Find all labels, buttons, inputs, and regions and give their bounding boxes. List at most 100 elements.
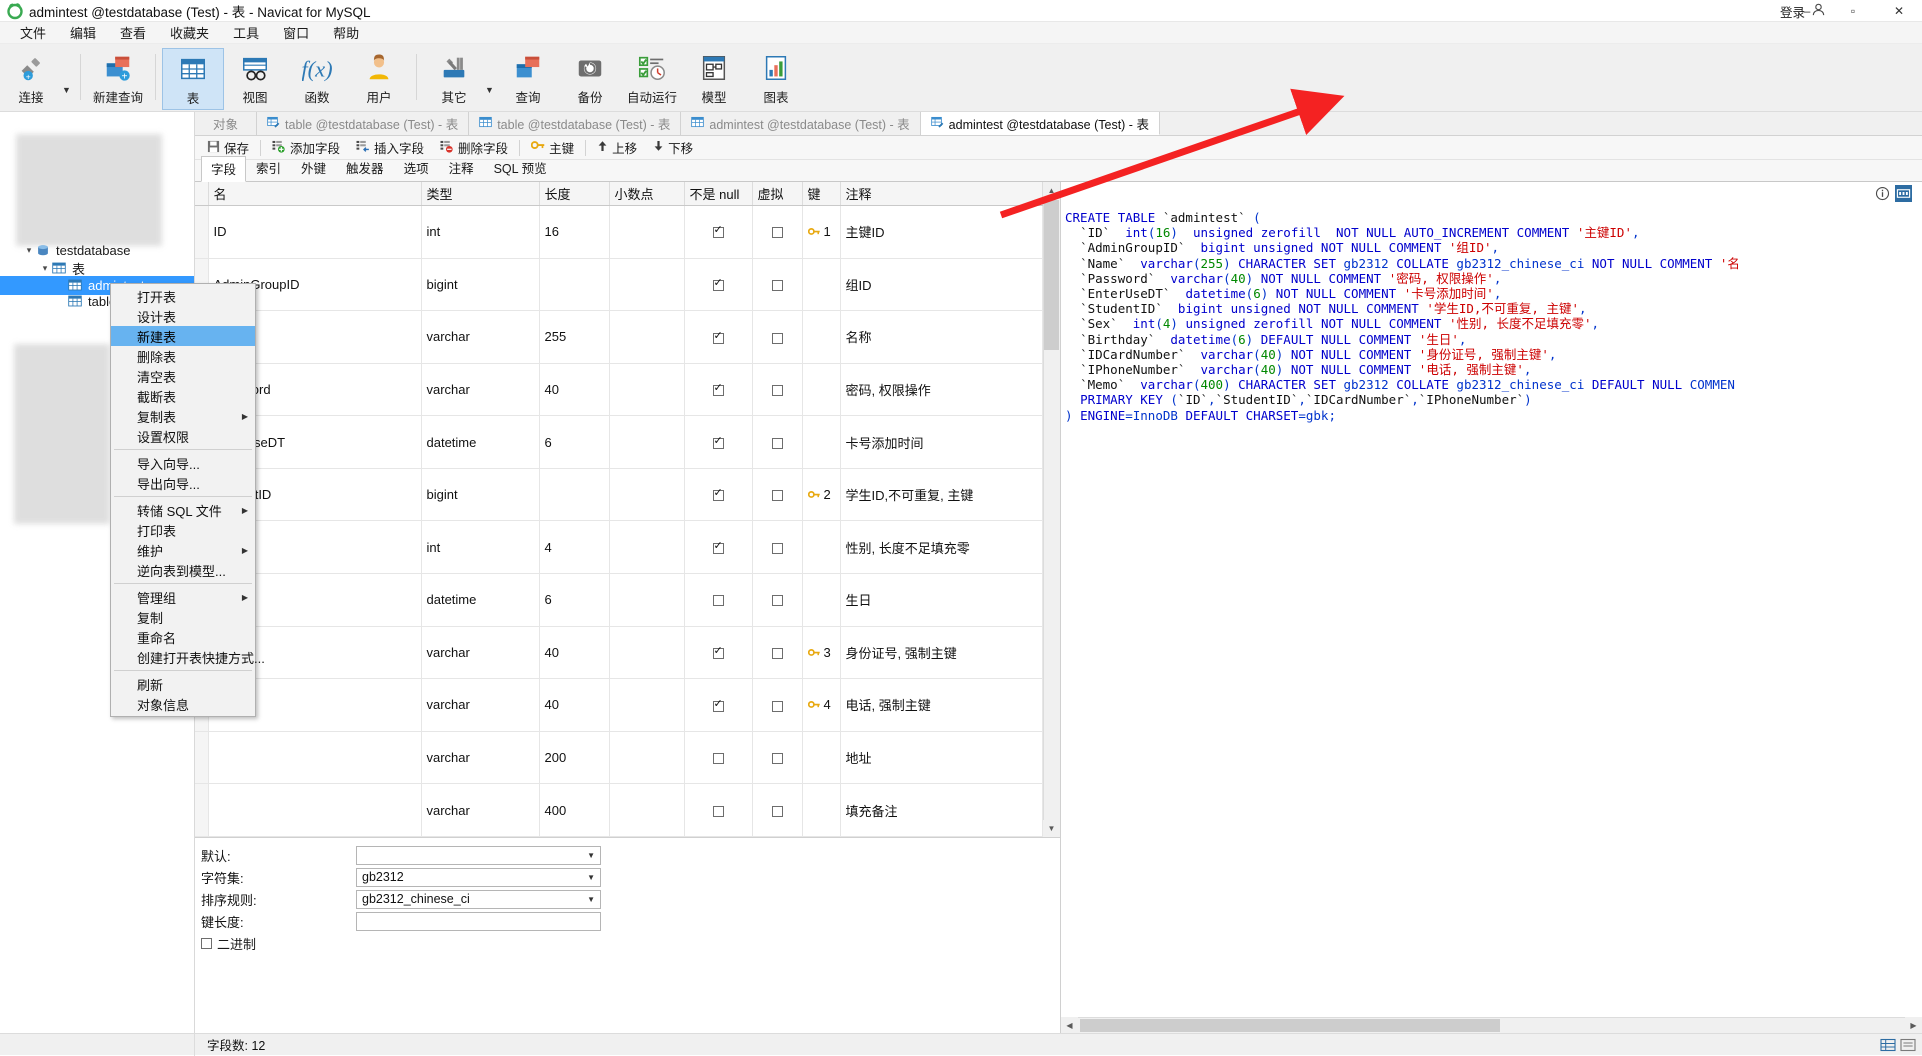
table-row[interactable]: varchar 400 填充备注 [195, 783, 1043, 837]
cell-key[interactable]: 3 [802, 626, 841, 680]
grid-view-icon[interactable] [1880, 1038, 1896, 1052]
context-menu-item[interactable]: 打开表 [111, 286, 255, 306]
info-icon[interactable] [1874, 185, 1891, 202]
cell-decimals[interactable] [609, 415, 685, 469]
cell-name[interactable] [208, 783, 422, 837]
cell-type[interactable]: int [421, 205, 540, 259]
context-menu-item[interactable]: 打印表 [111, 520, 255, 540]
toolbar-button-automation[interactable]: 自动运行 [621, 48, 683, 110]
cell-comment[interactable]: 名称 [840, 310, 1043, 364]
checkbox-unchecked-icon[interactable] [771, 805, 783, 817]
context-menu-item[interactable]: 管理组 ▶ [111, 587, 255, 607]
cell-type[interactable]: datetime [421, 415, 540, 469]
window-controls[interactable]: – ▫ ✕ [1784, 0, 1922, 22]
property-input[interactable] [356, 911, 601, 931]
table-row[interactable]: int4 性别, 长度不足填充零 [195, 520, 1043, 575]
cell-key[interactable]: 4 [802, 678, 841, 732]
designer-tab[interactable]: 外键 [291, 155, 336, 181]
designer-tab[interactable]: 索引 [246, 155, 291, 181]
cell-decimals[interactable] [609, 310, 685, 364]
document-tab[interactable]: admintest @testdatabase (Test) - 表 [920, 112, 1160, 135]
cell-length[interactable]: 16 [539, 205, 610, 259]
chevron-down-icon[interactable]: ▼ [587, 873, 598, 882]
menu-window[interactable]: 窗口 [271, 21, 321, 44]
cell-type[interactable]: datetime [421, 573, 540, 627]
toolbar-button-connection[interactable]: + 连接 [0, 48, 62, 110]
cell-length[interactable]: 40 [539, 678, 610, 732]
scroll-down-button[interactable]: ▼ [1043, 820, 1060, 837]
checkbox-checked-icon[interactable] [712, 698, 724, 712]
toolbar-button-function[interactable]: f(x) 函数 [286, 48, 348, 110]
designer-tab-strip[interactable]: 字段 索引 外键 触发器 选项 注释 SQL 预览 [195, 156, 1922, 182]
cell-virtual-checkbox[interactable] [752, 520, 803, 575]
cell-length[interactable]: 200 [539, 731, 610, 785]
checkbox-checked-icon[interactable] [712, 645, 724, 659]
cell-comment[interactable]: 地址 [840, 731, 1043, 785]
toolbar-button-table[interactable]: 表 [162, 48, 224, 110]
context-menu-item[interactable]: 对象信息 [111, 694, 255, 714]
context-menu-item[interactable]: 新建表 [111, 326, 255, 346]
column-header[interactable]: 长度 [539, 182, 610, 206]
checkbox-checked-icon[interactable] [712, 224, 724, 239]
cell-type[interactable]: varchar [421, 310, 540, 364]
cell-virtual-checkbox[interactable] [752, 573, 803, 627]
checkbox-checked-icon[interactable] [712, 540, 724, 554]
cell-key[interactable]: 1 [802, 205, 841, 259]
scroll-right-button[interactable]: ▶ [1905, 1017, 1922, 1034]
checkbox-checked-icon[interactable] [712, 277, 724, 291]
cell-type[interactable]: varchar [421, 363, 540, 417]
sql-horizontal-scrollbar[interactable]: ◀ ▶ [1061, 1017, 1922, 1034]
cell-type[interactable]: bigint [421, 258, 540, 312]
expand-icon[interactable] [1895, 184, 1912, 202]
checkbox-unchecked-icon[interactable] [771, 227, 783, 239]
cell-key[interactable] [802, 783, 841, 837]
designer-tab[interactable]: 触发器 [336, 155, 394, 181]
cell-virtual-checkbox[interactable] [752, 731, 803, 785]
dropdown-caret-icon[interactable]: ▼ [62, 85, 74, 95]
context-menu-item[interactable]: 逆向表到模型... [111, 560, 255, 580]
form-view-icon[interactable] [1900, 1038, 1916, 1052]
cell-decimals[interactable] [609, 731, 685, 785]
document-tab[interactable]: table @testdatabase (Test) - 表 [257, 112, 470, 135]
fields-grid[interactable]: 名类型长度小数点不是 null虚拟键注释 IDint16 1主键IDAdminG… [195, 182, 1060, 837]
checkbox-unchecked-icon[interactable] [771, 595, 783, 607]
table-row[interactable]: varchar40 4 电话, 强制主键 [195, 678, 1043, 732]
fields-table[interactable]: 名类型长度小数点不是 null虚拟键注释 IDint16 1主键IDAdminG… [195, 182, 1043, 837]
context-menu-item[interactable]: 设计表 [111, 306, 255, 326]
cell-notnull-checkbox[interactable] [684, 678, 753, 732]
cell-decimals[interactable] [609, 363, 685, 417]
cell-notnull-checkbox[interactable] [684, 626, 753, 680]
submenu-arrow-icon[interactable]: ▶ [242, 593, 248, 602]
toolbar-button-others[interactable]: 其它 [423, 48, 485, 110]
toolbar-button-new-query[interactable]: + 新建查询 [87, 48, 149, 110]
close-button[interactable]: ✕ [1876, 0, 1922, 22]
cell-name[interactable]: ID [208, 205, 422, 259]
cell-type[interactable]: bigint [421, 468, 540, 522]
checkbox-unchecked-icon[interactable] [771, 279, 783, 291]
checkbox-unchecked-icon[interactable] [712, 805, 724, 817]
checkbox-unchecked-icon[interactable] [771, 647, 783, 659]
dropdown-caret-icon[interactable]: ▼ [485, 85, 497, 95]
checkbox-unchecked-icon[interactable] [771, 385, 783, 397]
cell-key[interactable]: 2 [802, 468, 841, 522]
checkbox-unchecked-icon[interactable] [771, 437, 783, 449]
checkbox-unchecked-icon[interactable] [712, 595, 724, 607]
cell-decimals[interactable] [609, 678, 685, 732]
designer-tab[interactable]: 字段 [201, 156, 247, 182]
context-menu-item[interactable]: 导出向导... [111, 473, 255, 493]
cell-length[interactable]: 4 [539, 520, 610, 575]
cell-comment[interactable]: 组ID [840, 258, 1043, 312]
column-header[interactable]: 类型 [421, 182, 540, 206]
tree-expand-arrow-icon[interactable]: ▾ [38, 263, 52, 274]
cell-decimals[interactable] [609, 626, 685, 680]
tree-item-table[interactable]: table [54, 292, 116, 311]
minimize-button[interactable]: – [1784, 0, 1830, 22]
tab-objects[interactable]: 对象 [195, 112, 258, 135]
checkbox-unchecked-icon[interactable] [712, 753, 724, 765]
checkbox-checked-icon[interactable] [712, 330, 724, 344]
chevron-down-icon[interactable]: ▼ [587, 895, 598, 904]
submenu-arrow-icon[interactable]: ▶ [242, 506, 248, 515]
cell-type[interactable]: int [421, 520, 540, 575]
table-row[interactable]: AdminGroupIDbigint组ID [195, 258, 1043, 312]
sql-preview-text[interactable]: CREATE TABLE `admintest` ( `ID` int(16) … [1061, 204, 1922, 1017]
